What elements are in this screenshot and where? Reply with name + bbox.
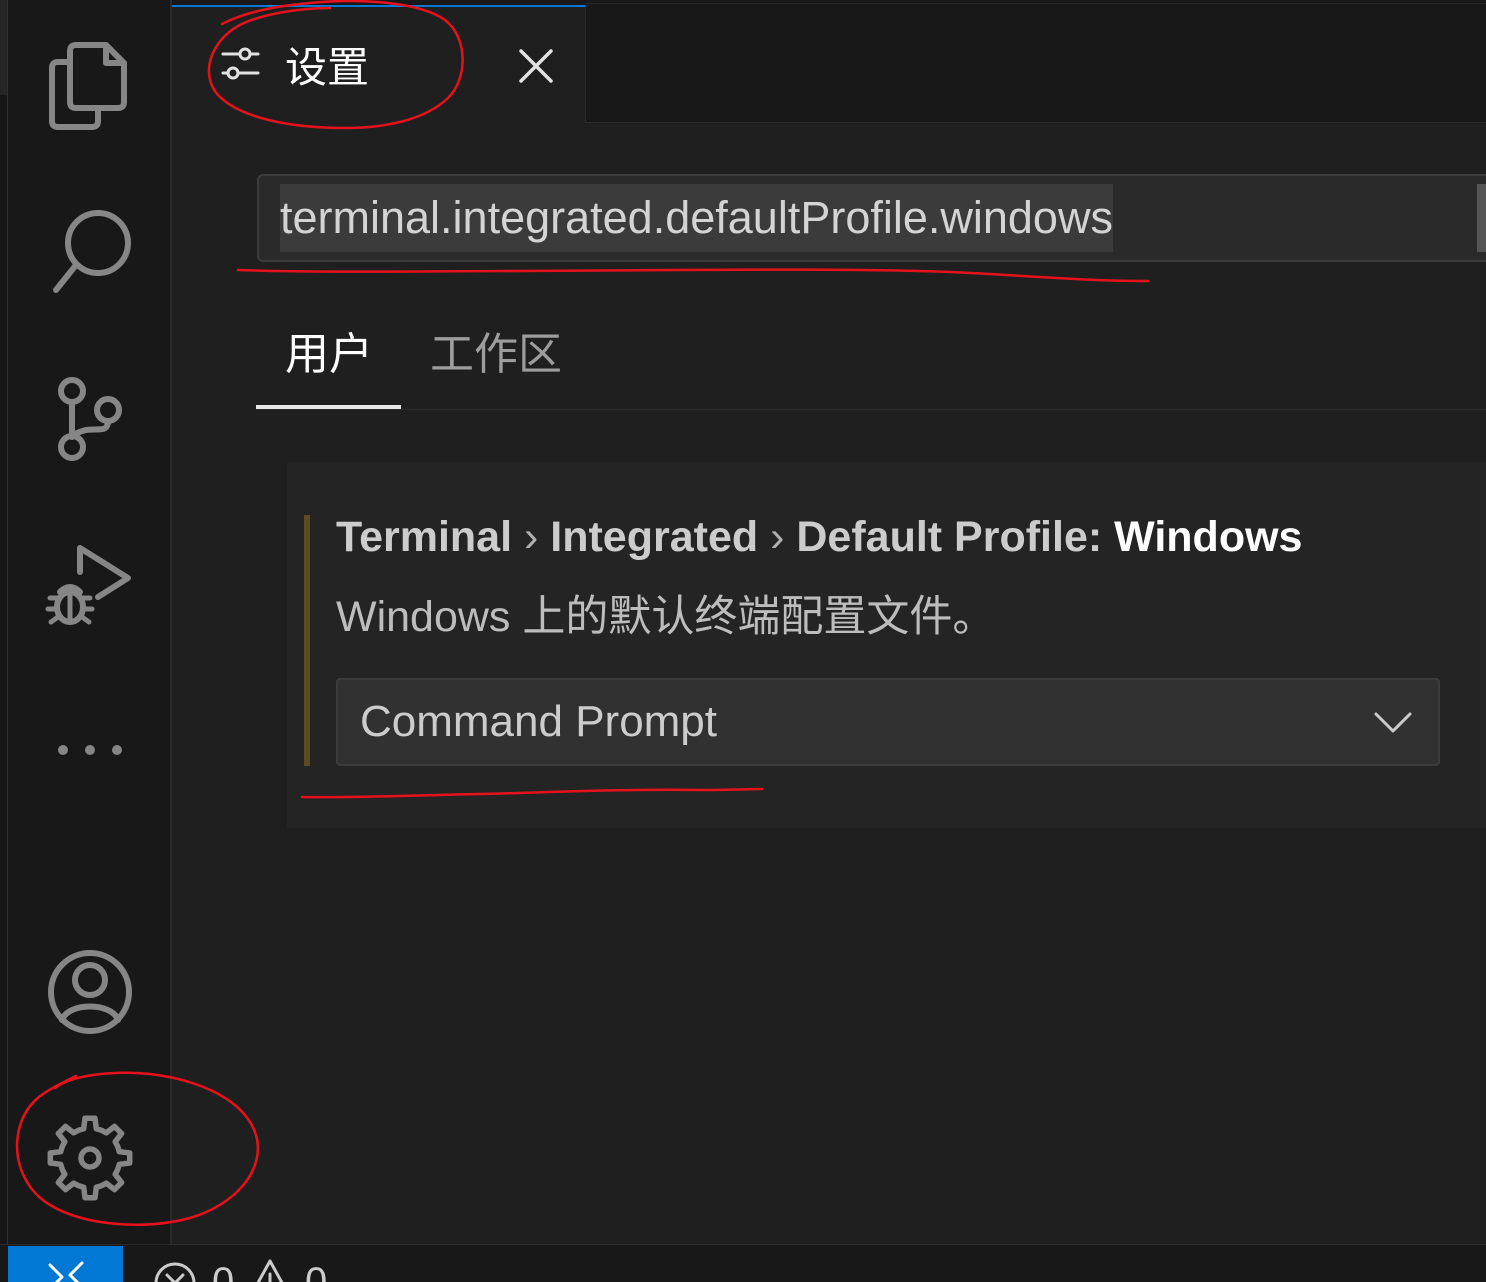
account-icon <box>48 950 132 1034</box>
tab-settings[interactable]: 设置 <box>172 5 586 123</box>
setting-category: Terminal <box>336 513 513 561</box>
error-icon <box>154 1262 196 1282</box>
default-profile-select[interactable]: Command Prompt <box>336 678 1440 766</box>
activity-run-debug[interactable] <box>8 520 170 650</box>
setting-item: Terminal › Integrated › Default Profile:… <box>287 462 1486 828</box>
tab-user[interactable]: 用户 <box>256 317 401 409</box>
warning-count: 0 <box>305 1260 328 1282</box>
settings-scope-tabs: 用户 工作区 <box>256 317 1486 410</box>
search-icon <box>53 210 131 293</box>
status-errors[interactable]: 0 <box>148 1245 240 1282</box>
setting-focus-indicator <box>304 515 310 766</box>
editor-tab-bar: 设置 <box>172 0 1486 123</box>
activity-manage[interactable] <box>8 1094 170 1222</box>
activity-more[interactable] <box>8 700 170 800</box>
adjacent-window-edge-top <box>0 0 7 95</box>
activity-source-control[interactable] <box>8 353 170 483</box>
chevron-down-icon <box>1370 706 1416 742</box>
run-debug-icon <box>45 545 131 625</box>
ellipsis-icon <box>58 745 122 755</box>
setting-title: Terminal › Integrated › Default Profile:… <box>336 507 1302 567</box>
settings-sliders-icon <box>218 42 262 86</box>
activity-accounts[interactable] <box>8 928 170 1056</box>
remote-icon <box>48 1261 84 1282</box>
status-warnings[interactable]: 0 <box>246 1245 338 1282</box>
select-value: Command Prompt <box>360 697 718 746</box>
error-count: 0 <box>212 1260 235 1282</box>
search-query-selected: terminal.integrated.defaultProfile.windo… <box>280 184 1113 252</box>
breadcrumb-separator: › <box>770 513 785 561</box>
source-control-icon <box>58 377 122 461</box>
setting-description: Windows 上的默认终端配置文件。 <box>336 593 996 641</box>
breadcrumb-separator: › <box>523 513 539 561</box>
warning-icon <box>256 1259 284 1282</box>
tab-user-label: 用户 <box>285 330 373 379</box>
setting-category: Default Profile: <box>796 513 1103 561</box>
adjacent-window-edge <box>0 0 8 1244</box>
search-input[interactable]: terminal.integrated.defaultProfile.windo… <box>257 174 1486 262</box>
activity-explorer[interactable] <box>8 20 170 150</box>
activity-bar <box>8 0 172 1244</box>
tab-label: 设置 <box>285 44 370 91</box>
search-results-badge <box>1477 184 1486 252</box>
remote-indicator[interactable] <box>8 1246 123 1282</box>
setting-label: Windows <box>1114 513 1303 561</box>
setting-category: Integrated <box>550 513 759 561</box>
files-icon <box>49 42 127 130</box>
activity-search[interactable] <box>8 185 170 315</box>
tab-bar-top-border <box>586 3 1486 4</box>
gear-icon <box>47 1115 133 1201</box>
tab-workspace[interactable]: 工作区 <box>401 317 591 409</box>
status-bar: 0 0 <box>0 1244 1486 1282</box>
settings-editor: terminal.integrated.defaultProfile.windo… <box>172 123 1486 1244</box>
close-icon[interactable] <box>516 46 556 86</box>
tab-workspace-label: 工作区 <box>430 330 562 379</box>
